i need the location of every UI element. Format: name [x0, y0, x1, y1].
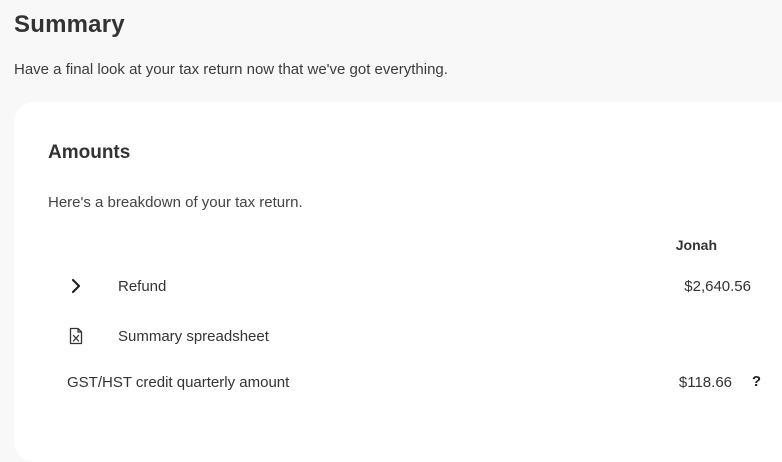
page-title: Summary	[14, 11, 125, 38]
gst-credit-value: $118.66	[678, 374, 732, 391]
gst-credit-row: GST/HST credit quarterly amount $118.66 …	[14, 364, 782, 400]
spreadsheet-file-icon[interactable]	[66, 326, 86, 346]
help-icon[interactable]: ?	[752, 373, 761, 390]
chevron-right-icon[interactable]	[66, 276, 86, 296]
amounts-title: Amounts	[48, 142, 131, 163]
gst-credit-label: GST/HST credit quarterly amount	[67, 374, 290, 391]
refund-label: Refund	[118, 278, 167, 295]
amounts-description: Here's a breakdown of your tax return.	[48, 194, 303, 211]
summary-spreadsheet-row[interactable]: Summary spreadsheet	[14, 318, 782, 354]
column-header-jonah: Jonah	[675, 237, 717, 253]
refund-row[interactable]: Refund $2,640.56	[14, 268, 782, 304]
refund-value: $2,640.56	[684, 278, 751, 295]
page-subtitle: Have a final look at your tax return now…	[14, 61, 448, 78]
amounts-card: Amounts Here's a breakdown of your tax r…	[14, 102, 782, 462]
summary-spreadsheet-link[interactable]: Summary spreadsheet	[118, 328, 269, 345]
